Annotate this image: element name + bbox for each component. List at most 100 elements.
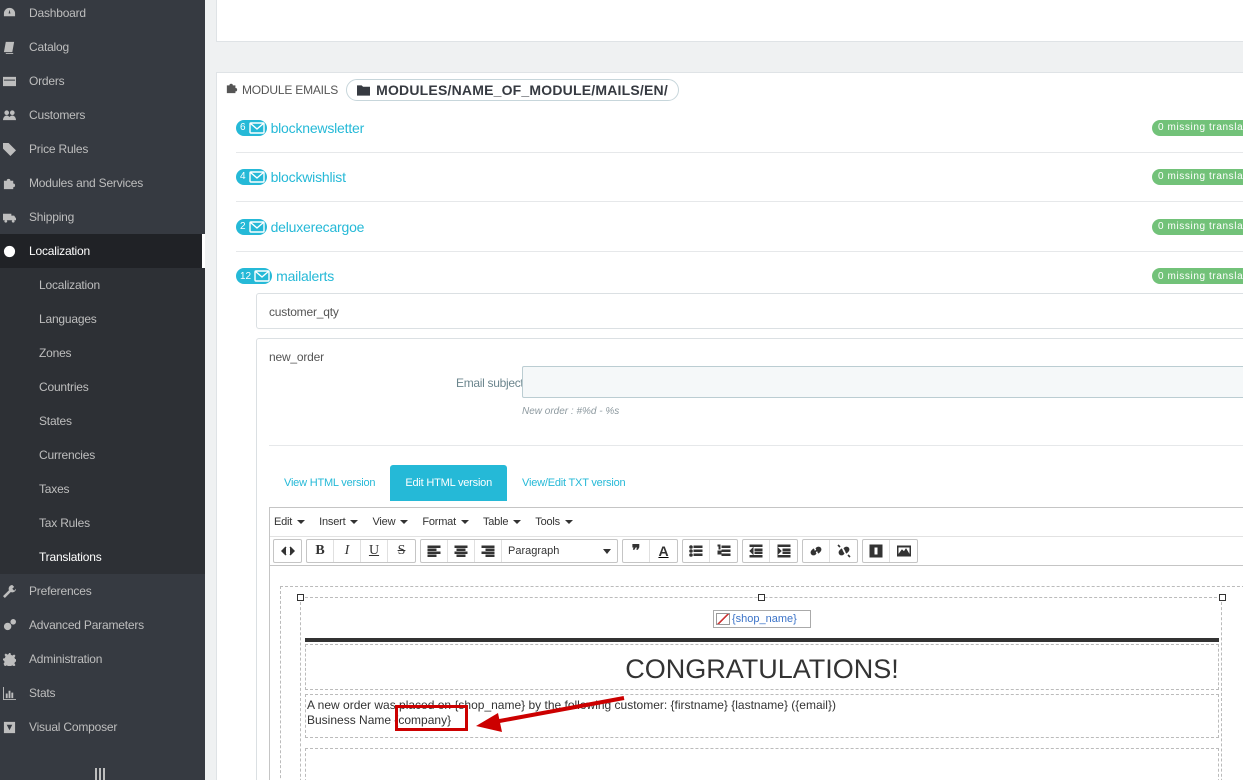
submenu-item-translations[interactable]: Translations (39, 540, 102, 574)
sidebar-item-catalog[interactable]: Catalog (0, 30, 205, 64)
editor-toolbar: B I U S Paragraph ❞ A (270, 536, 1243, 566)
outdent-button[interactable] (743, 540, 770, 562)
book-icon (2, 40, 16, 54)
insert-link-button[interactable] (803, 540, 830, 562)
menu-label: Insert (319, 516, 346, 528)
resize-handle[interactable] (1219, 594, 1226, 601)
numbered-list-button[interactable] (710, 540, 737, 562)
menu-label: Format (422, 516, 456, 528)
underline-button[interactable]: U (361, 540, 388, 562)
tags-icon (2, 142, 16, 156)
chevron-down-icon (460, 520, 469, 524)
details-cell (305, 748, 1219, 780)
sidebar-item-shipping[interactable]: Shipping (0, 200, 205, 234)
align-right-icon (481, 545, 495, 557)
numbered-list-icon (717, 544, 730, 556)
module-name[interactable]: blocknewsletter (271, 120, 365, 136)
version-tabs: View HTML version Edit HTML version View… (269, 465, 640, 501)
align-right-button[interactable] (475, 540, 502, 562)
menu-label: Tools (535, 516, 560, 528)
sidebar-item-modules[interactable]: Modules and Services (0, 166, 205, 200)
submenu-item-zones[interactable]: Zones (39, 336, 72, 370)
sidebar-item-localization[interactable]: Localization (0, 234, 205, 268)
resize-handle[interactable] (297, 594, 304, 601)
sidebar-item-advanced-parameters[interactable]: Advanced Parameters (0, 608, 205, 642)
submenu-item-tax-rules[interactable]: Tax Rules (39, 506, 90, 540)
sidebar-item-label: Advanced Parameters (29, 618, 144, 632)
remove-link-button[interactable] (830, 540, 857, 562)
align-center-button[interactable] (448, 540, 475, 562)
tab-view-html[interactable]: View HTML version (269, 465, 390, 501)
toolbar-group-code (273, 539, 302, 563)
sidebar-item-preferences[interactable]: Preferences (0, 574, 205, 608)
insert-image-button[interactable] (890, 540, 917, 562)
source-code-button[interactable] (274, 540, 301, 562)
envelope-icon (248, 220, 265, 233)
missing-translations-badge: 0 missing translation(s) (1152, 268, 1243, 284)
italic-button[interactable]: I (334, 540, 361, 562)
toolbar-group-format: B I U S (306, 539, 416, 563)
sidebar-item-label: Administration (29, 652, 103, 666)
submenu-item-taxes[interactable]: Taxes (39, 472, 70, 506)
quote-icon: ❞ (631, 543, 641, 560)
sidebar-item-visual-composer[interactable]: Visual Composer (0, 710, 205, 744)
sidebar-item-price-rules[interactable]: Price Rules (0, 132, 205, 166)
align-left-icon (427, 545, 441, 557)
users-icon (2, 108, 16, 122)
module-row-deluxerecargoe[interactable]: 2 deluxerecargoe 0 missing translation(s… (236, 202, 1243, 252)
strikethrough-button[interactable]: S (388, 540, 415, 562)
tab-edit-html[interactable]: Edit HTML version (390, 465, 508, 501)
sidebar-item-customers[interactable]: Customers (0, 98, 205, 132)
submenu-item-states[interactable]: States (39, 404, 72, 438)
vc-icon (2, 720, 16, 734)
sidebar-item-stats[interactable]: Stats (0, 676, 205, 710)
sidebar-item-label: Shipping (29, 210, 75, 224)
resize-handle[interactable] (758, 594, 765, 601)
submenu-item-languages[interactable]: Languages (39, 302, 97, 336)
submenu-item-localization[interactable]: Localization (39, 268, 100, 302)
module-name[interactable]: blockwishlist (271, 169, 346, 185)
module-name[interactable]: deluxerecargoe (271, 219, 365, 235)
sidebar-collapse-handle[interactable] (95, 768, 107, 780)
menu-label: View (372, 516, 396, 528)
text-color-button[interactable]: A (650, 540, 677, 562)
chevron-down-icon (564, 520, 573, 524)
bold-button[interactable]: B (307, 540, 334, 562)
template-customer-qty[interactable]: customer_qty (256, 293, 1243, 329)
email-heading: CONGRATULATIONS! (625, 654, 899, 684)
sidebar-item-administration[interactable]: Administration (0, 642, 205, 676)
indent-button[interactable] (770, 540, 797, 562)
sidebar-submenu: Localization Languages Zones Countries S… (0, 268, 205, 574)
paragraph-format-value: Paragraph (508, 545, 560, 557)
module-row-blocknewsletter[interactable]: 6 blocknewsletter 0 missing translation(… (236, 103, 1243, 153)
submenu-item-currencies[interactable]: Currencies (39, 438, 95, 472)
menu-edit[interactable]: Edit (274, 516, 306, 528)
sidebar-item-orders[interactable]: Orders (0, 64, 205, 98)
menu-insert[interactable]: Insert (319, 516, 359, 528)
module-name[interactable]: mailalerts (276, 268, 334, 284)
paragraph-format-select[interactable]: Paragraph (502, 540, 617, 562)
align-left-button[interactable] (421, 540, 448, 562)
email-subject-input[interactable] (522, 366, 1243, 398)
email-count: 2 (240, 221, 246, 232)
sidebar-item-dashboard[interactable]: Dashboard (0, 0, 205, 30)
menu-table[interactable]: Table (483, 516, 522, 528)
email-body-table[interactable]: {shop_name} CONGRATULATIONS! A new order… (297, 594, 1226, 780)
blockquote-button[interactable]: ❞ (623, 540, 650, 562)
menu-tools[interactable]: Tools (535, 516, 573, 528)
menu-view[interactable]: View (372, 516, 409, 528)
email-content-area[interactable]: {shop_name} CONGRATULATIONS! A new order… (280, 586, 1243, 780)
html-editor: Edit Insert View Format Table Tools B I … (269, 507, 1243, 780)
module-row-blockwishlist[interactable]: 4 blockwishlist 0 missing translation(s) (236, 152, 1243, 202)
submenu-item-countries[interactable]: Countries (39, 370, 89, 404)
indent-icon (777, 544, 790, 558)
insert-video-button[interactable] (863, 540, 890, 562)
shop-logo-image[interactable]: {shop_name} (713, 610, 811, 628)
cogs-icon (2, 618, 16, 632)
credit-card-icon (2, 74, 16, 88)
tab-view-edit-txt[interactable]: View/Edit TXT version (507, 465, 640, 501)
envelope-icon (248, 170, 265, 183)
broken-image-icon (716, 613, 730, 625)
menu-format[interactable]: Format (422, 516, 469, 528)
bullet-list-button[interactable] (683, 540, 710, 562)
